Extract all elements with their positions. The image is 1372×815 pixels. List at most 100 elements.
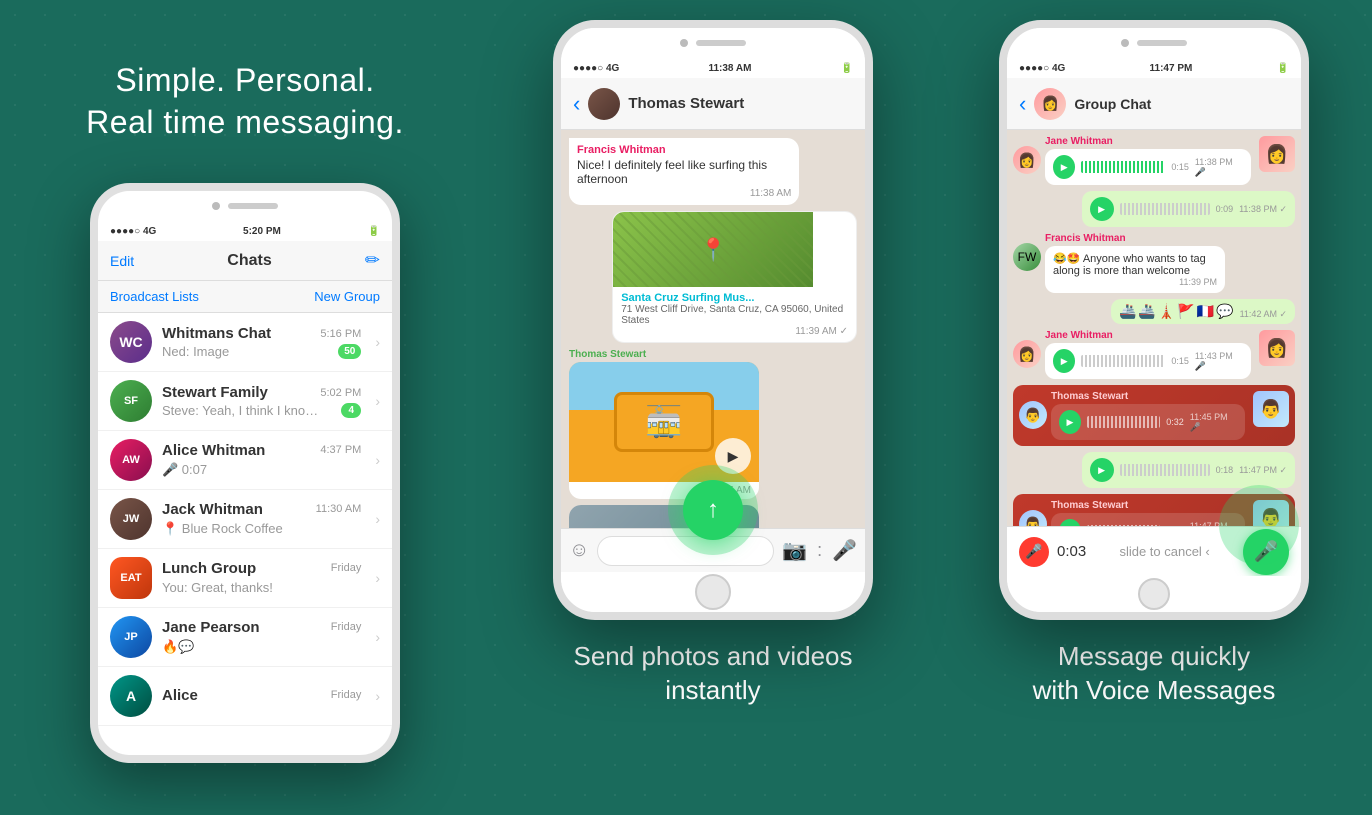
list-item[interactable]: AW Alice Whitman 4:37 PM 🎤 0:07 › bbox=[98, 431, 392, 490]
status-bar-3: ●●●●○ 4G 11:47 PM 🔋 bbox=[1007, 58, 1301, 78]
chat-preview: Steve: Yeah, I think I know wha... bbox=[162, 403, 322, 418]
chat-time: 11:30 AM bbox=[316, 503, 362, 515]
phone-top-bar bbox=[98, 191, 392, 221]
voice-time: 11:43 PM 🎤 bbox=[1195, 351, 1243, 372]
home-button-area bbox=[561, 572, 865, 612]
voice-chat-header: ‹ 👩 Group Chat bbox=[1007, 78, 1301, 130]
home-button-3[interactable] bbox=[1138, 578, 1170, 610]
signal-3: ●●●●○ 4G bbox=[1019, 63, 1065, 74]
microphone-button[interactable]: 🎤 bbox=[832, 538, 857, 563]
list-item[interactable]: A Alice Friday › bbox=[98, 667, 392, 726]
avatar: 👩 bbox=[1013, 340, 1041, 368]
back-button-3[interactable]: ‹ bbox=[1019, 91, 1026, 117]
contact-name: Thomas Stewart bbox=[628, 95, 853, 112]
avatar: AW bbox=[110, 439, 152, 481]
voice-time: 11:38 PM 🎤 bbox=[1195, 157, 1243, 178]
time-2: 11:38 AM bbox=[708, 63, 751, 74]
back-button[interactable]: ‹ bbox=[573, 91, 580, 117]
chat-name: Alice Whitman bbox=[162, 442, 265, 459]
emoji-button[interactable]: ☺ bbox=[569, 539, 589, 562]
battery-3: 🔋 bbox=[1277, 63, 1289, 74]
voice-sender-name: Jane Whitman bbox=[1045, 136, 1251, 147]
chat-name: Jack Whitman bbox=[162, 501, 263, 518]
voice-play-button[interactable]: ▶ bbox=[1053, 349, 1075, 373]
voice-play-button[interactable]: ▶ bbox=[1090, 458, 1114, 482]
message-time: 11:42 AM ✓ bbox=[1240, 309, 1287, 320]
avatar: WC bbox=[110, 321, 152, 363]
chat-preview: 📍 Blue Rock Coffee bbox=[162, 521, 283, 536]
mic-icon-red: 🎤 bbox=[1019, 537, 1049, 567]
edit-button[interactable]: Edit bbox=[110, 253, 134, 269]
broadcast-lists-button[interactable]: Broadcast Lists bbox=[110, 289, 199, 304]
contact-thumb: 👨 bbox=[1253, 391, 1289, 427]
voice-sender-name: Thomas Stewart bbox=[1051, 391, 1245, 402]
message-sender: Thomas Stewart bbox=[569, 349, 759, 360]
home-button-area-3 bbox=[1007, 576, 1301, 612]
voice-time: 11:47 PM ✓ bbox=[1239, 465, 1287, 476]
voice-play-button[interactable]: ▶ bbox=[1053, 155, 1075, 179]
voice-play-button[interactable]: ▶ bbox=[1059, 519, 1081, 526]
chevron-right-icon: › bbox=[375, 511, 380, 527]
chat-preview: 🔥💬 bbox=[162, 639, 194, 654]
list-item[interactable]: SF Stewart Family 5:02 PM Steve: Yeah, I… bbox=[98, 372, 392, 431]
chat-name: Jane Pearson bbox=[162, 619, 260, 636]
phone-1: ●●●●○ 4G 5:20 PM 🔋 Edit Chats ✏ Broadcas… bbox=[90, 183, 400, 763]
chevron-right-icon: › bbox=[375, 334, 380, 350]
chat-preview: You: Great, thanks! bbox=[162, 580, 273, 595]
avatar: SF bbox=[110, 380, 152, 422]
emoji-message: 🚢🚢🗼🚩🇫🇷💬 11:42 AM ✓ bbox=[1111, 299, 1295, 324]
contact-thumb: 👩 bbox=[1259, 136, 1295, 172]
avatar: 👨 bbox=[1019, 401, 1047, 429]
chat-time: 5:16 PM bbox=[320, 328, 361, 340]
list-item[interactable]: JP Jane Pearson Friday 🔥💬 › bbox=[98, 608, 392, 667]
chat-time: 5:02 PM bbox=[320, 387, 361, 399]
phone-3-wrapper: ●●●●○ 4G 11:47 PM 🔋 ‹ 👩 Group Chat bbox=[999, 20, 1309, 620]
voice-sender-name: Jane Whitman bbox=[1045, 330, 1251, 341]
recording-timer: 0:03 bbox=[1057, 543, 1086, 560]
chat-name: Lunch Group bbox=[162, 560, 256, 577]
text-message-group: FW Francis Whitman 😂🤩 Anyone who wants t… bbox=[1013, 233, 1295, 293]
battery-icon: 🔋 bbox=[368, 226, 380, 237]
voice-play-button[interactable]: ▶ bbox=[1059, 410, 1081, 434]
map-pin-icon: 📍 bbox=[700, 237, 727, 263]
chevron-right-icon: › bbox=[375, 570, 380, 586]
message-bubble: 📍 Santa Cruz Surfing Mus... 71 West Clif… bbox=[612, 211, 857, 343]
list-item[interactable]: WC Whitmans Chat 5:16 PM Ned: Image 50 bbox=[98, 313, 392, 372]
voice-time: 11:45 PM 🎤 bbox=[1190, 412, 1237, 433]
voice-message-group: ▶ 0:18 11:47 PM ✓ bbox=[1013, 452, 1295, 488]
voice-message-group: 👩 Jane Whitman ▶ 0:15 11:43 PM 🎤 bbox=[1013, 330, 1295, 379]
send-button[interactable]: ↑ bbox=[683, 480, 743, 540]
compose-button[interactable]: ✏ bbox=[365, 250, 380, 271]
battery-2: 🔋 bbox=[841, 63, 853, 74]
list-item[interactable]: EAT Lunch Group Friday You: Great, thank… bbox=[98, 549, 392, 608]
avatar: 👨 bbox=[1019, 510, 1047, 526]
message-time: 11:39 PM bbox=[1053, 277, 1217, 287]
unread-badge: 4 bbox=[341, 403, 361, 418]
chat-name: Alice bbox=[162, 687, 198, 704]
time-3: 11:47 PM bbox=[1150, 63, 1193, 74]
avatar: JP bbox=[110, 616, 152, 658]
voice-sender-name: Thomas Stewart bbox=[1051, 500, 1245, 511]
voice-play-button[interactable]: ▶ bbox=[1090, 197, 1114, 221]
voice-time: 11:38 PM ✓ bbox=[1239, 204, 1287, 215]
message-sender-name: Francis Whitman bbox=[1045, 233, 1225, 244]
voice-message-group: 👩 Jane Whitman ▶ 0:15 11:38 PM 🎤 bbox=[1013, 136, 1295, 185]
new-group-button[interactable]: New Group bbox=[314, 289, 380, 304]
phone-speaker bbox=[228, 203, 278, 209]
list-item[interactable]: JW Jack Whitman 11:30 AM 📍 Blue Rock Cof… bbox=[98, 490, 392, 549]
message-text: 😂🤩 Anyone who wants to tag along is more… bbox=[1053, 252, 1217, 277]
contact-name-3: Group Chat bbox=[1074, 96, 1289, 112]
section-right: ●●●●○ 4G 11:47 PM 🔋 ‹ 👩 Group Chat bbox=[936, 0, 1372, 815]
actions-bar: Broadcast Lists New Group bbox=[98, 281, 392, 313]
home-button[interactable] bbox=[695, 574, 731, 610]
chevron-right-icon: › bbox=[375, 393, 380, 409]
avatar: A bbox=[110, 675, 152, 717]
camera-button[interactable]: 📷 bbox=[782, 538, 807, 563]
phone-2-wrapper: ●●●●○ 4G 11:38 AM 🔋 ‹ Thomas Stewart bbox=[553, 20, 873, 620]
nav-bar: Edit Chats ✏ bbox=[98, 241, 392, 281]
status-bar: ●●●●○ 4G 5:20 PM 🔋 bbox=[98, 221, 392, 241]
voice-chat-area: 👩 Jane Whitman ▶ 0:15 11:38 PM 🎤 bbox=[1007, 130, 1301, 526]
avatar: 👩 bbox=[1013, 146, 1041, 174]
avatar: FW bbox=[1013, 243, 1041, 271]
voice-duration: 0:18 bbox=[1216, 465, 1234, 475]
